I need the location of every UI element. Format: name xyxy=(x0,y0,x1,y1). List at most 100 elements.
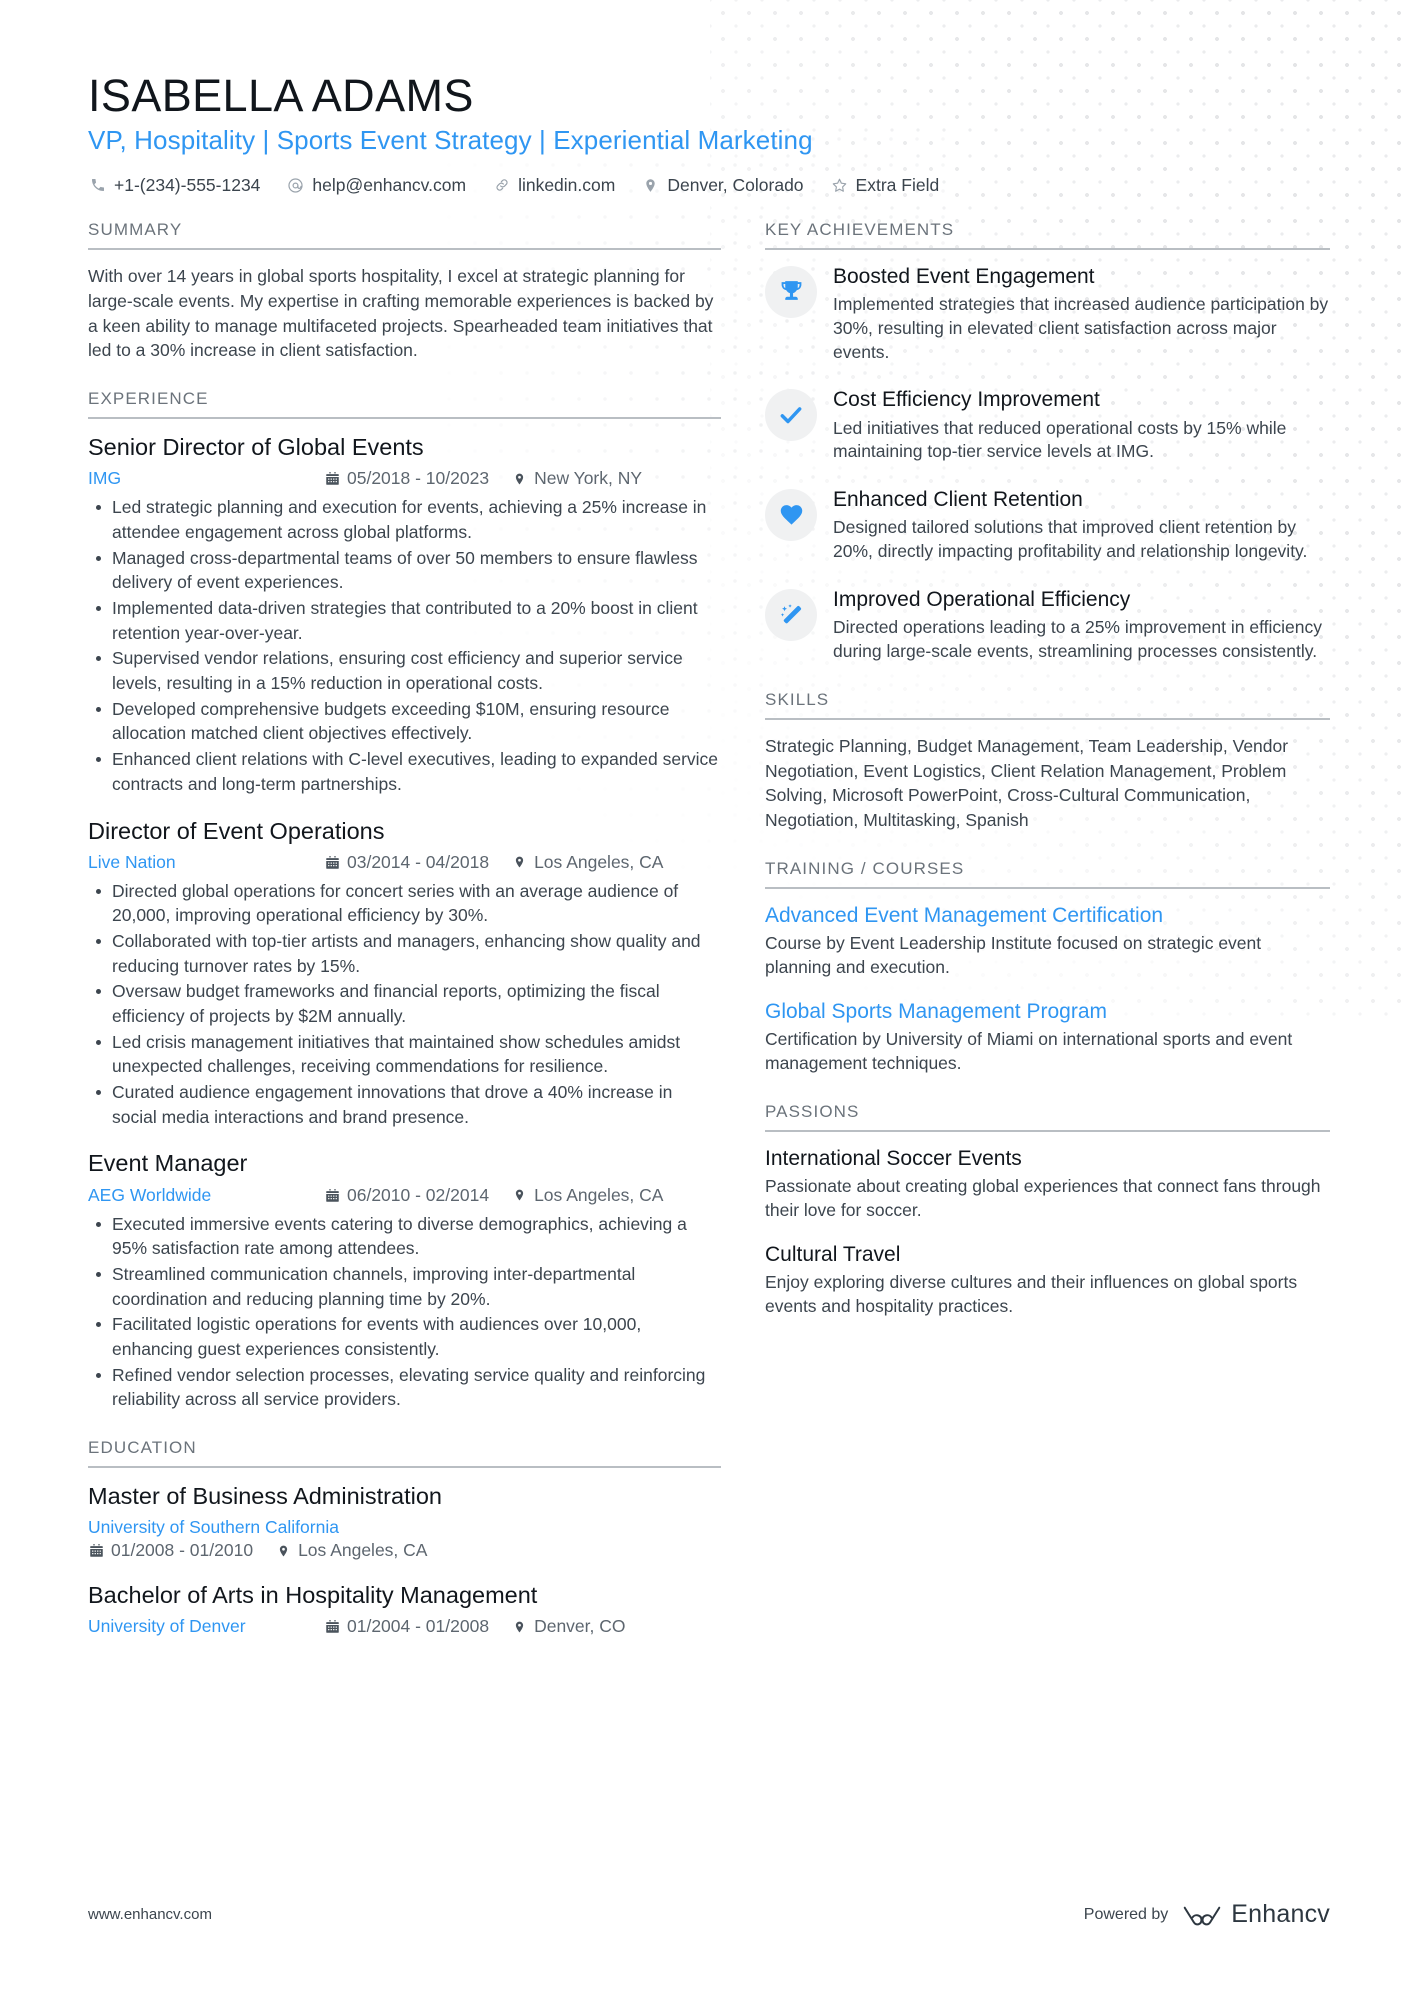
contact-email-value: help@enhancv.com xyxy=(312,174,467,195)
training-title[interactable]: Global Sports Management Program xyxy=(765,999,1330,1024)
company-name[interactable]: Live Nation xyxy=(88,852,324,873)
achievement-desc: Designed tailored solutions that improve… xyxy=(833,517,1308,562)
heart-icon xyxy=(765,489,817,542)
job-meta: IMG 05/2018 - 10/2023 New York, NY xyxy=(88,468,721,489)
job-dates: 05/2018 - 10/2023 xyxy=(324,468,489,489)
job-location: Los Angeles, CA xyxy=(511,852,663,873)
brand-name: Enhancv xyxy=(1231,1900,1330,1928)
contact-phone[interactable]: +1-(234)-555-1234 xyxy=(88,175,260,196)
achievement-title: Enhanced Client Retention xyxy=(833,488,1083,512)
education-dates: 01/2008 - 01/2010 xyxy=(88,1540,253,1561)
email-icon xyxy=(286,176,305,195)
calendar-icon xyxy=(88,1542,104,1559)
section-experience: EXPERIENCE Senior Director of Global Eve… xyxy=(88,389,721,1412)
section-label-skills: SKILLS xyxy=(765,690,1330,720)
job-bullet: Streamlined communication channels, impr… xyxy=(88,1262,721,1311)
training-desc: Course by Event Leadership Institute foc… xyxy=(765,933,1262,978)
training-item: Advanced Event Management Certification … xyxy=(765,903,1330,980)
section-skills: SKILLS Strategic Planning, Budget Manage… xyxy=(765,690,1330,833)
contact-phone-value: +1-(234)-555-1234 xyxy=(114,174,261,195)
job-location-value: Los Angeles, CA xyxy=(534,851,664,872)
section-label-education: EDUCATION xyxy=(88,1438,721,1468)
calendar-icon xyxy=(324,1618,340,1635)
candidate-name: ISABELLA ADAMS xyxy=(88,70,474,121)
job-bullet: Refined vendor selection processes, elev… xyxy=(88,1363,721,1412)
experience-entry: Senior Director of Global Events IMG 05/… xyxy=(88,433,721,796)
job-bullet: Enhanced client relations with C-level e… xyxy=(88,747,721,796)
education-location-value: Los Angeles, CA xyxy=(298,1540,428,1561)
job-title: Senior Director of Global Events xyxy=(88,434,424,461)
training-title[interactable]: Advanced Event Management Certification xyxy=(765,903,1330,928)
job-bullets: Led strategic planning and execution for… xyxy=(88,495,721,796)
job-bullet: Oversaw budget frameworks and financial … xyxy=(88,979,721,1028)
resume-columns: SUMMARY With over 14 years in global spo… xyxy=(88,220,1330,1663)
passion-desc: Passionate about creating global experie… xyxy=(765,1175,1321,1220)
job-title: Director of Event Operations xyxy=(88,817,385,844)
achievement-item: Boosted Event Engagement Implemented str… xyxy=(765,264,1330,365)
left-column: SUMMARY With over 14 years in global spo… xyxy=(88,220,721,1663)
education-dates-value: 01/2004 - 01/2008 xyxy=(347,1616,490,1637)
resume-page: ISABELLA ADAMS VP, Hospitality | Sports … xyxy=(0,0,1410,1995)
trophy-icon xyxy=(765,265,817,318)
job-bullet: Directed global operations for concert s… xyxy=(88,879,721,928)
experience-entry: Event Manager AEG Worldwide 06/2010 - 02… xyxy=(88,1149,721,1412)
education-dates: 01/2004 - 01/2008 xyxy=(324,1616,489,1637)
passion-desc: Enjoy exploring diverse cultures and the… xyxy=(765,1271,1298,1316)
degree-title: Bachelor of Arts in Hospitality Manageme… xyxy=(88,1582,538,1609)
achievement-title: Boosted Event Engagement xyxy=(833,264,1095,288)
star-icon xyxy=(830,176,849,195)
school-row: University of Southern California xyxy=(88,1517,721,1538)
education-location-value: Denver, CO xyxy=(534,1616,626,1637)
contact-location: Denver, Colorado xyxy=(641,175,804,196)
section-label-passions: PASSIONS xyxy=(765,1102,1330,1132)
job-bullet: Curated audience engagement innovations … xyxy=(88,1080,721,1129)
job-bullet: Executed immersive events catering to di… xyxy=(88,1212,721,1261)
location-pin-icon xyxy=(511,470,527,487)
education-entry: Bachelor of Arts in Hospitality Manageme… xyxy=(88,1581,721,1637)
company-name[interactable]: IMG xyxy=(88,468,324,489)
passion-title: Cultural Travel xyxy=(765,1242,901,1266)
achievement-desc: Implemented strategies that increased au… xyxy=(833,294,1329,362)
achievement-title: Improved Operational Efficiency xyxy=(833,588,1131,612)
section-key-achievements: KEY ACHIEVEMENTS Boosted Event Engagemen… xyxy=(765,220,1330,664)
achievement-title: Cost Efficiency Improvement xyxy=(833,388,1100,412)
footer-branding: Powered by Enhancv xyxy=(1084,1900,1330,1929)
company-name[interactable]: AEG Worldwide xyxy=(88,1185,324,1206)
footer-url[interactable]: www.enhancv.com xyxy=(88,1906,212,1923)
achievement-desc: Directed operations leading to a 25% imp… xyxy=(833,617,1322,661)
job-bullet: Collaborated with top-tier artists and m… xyxy=(88,929,721,978)
contact-link[interactable]: linkedin.com xyxy=(492,175,615,196)
job-dates: 06/2010 - 02/2014 xyxy=(324,1185,489,1206)
job-location: Los Angeles, CA xyxy=(511,1185,663,1206)
location-pin-icon xyxy=(511,854,527,871)
job-dates: 03/2014 - 04/2018 xyxy=(324,852,489,873)
section-label-summary: SUMMARY xyxy=(88,220,721,250)
school-name[interactable]: University of Denver xyxy=(88,1616,324,1637)
job-title: Event Manager xyxy=(88,1150,248,1177)
achievement-desc: Led initiatives that reduced operational… xyxy=(833,417,1287,462)
passion-item: Cultural Travel Enjoy exploring diverse … xyxy=(765,1242,1330,1319)
section-label-experience: EXPERIENCE xyxy=(88,389,721,420)
education-dates-value: 01/2008 - 01/2010 xyxy=(111,1540,254,1561)
calendar-icon xyxy=(324,470,340,487)
contact-link-value: linkedin.com xyxy=(518,174,616,195)
contact-email[interactable]: help@enhancv.com xyxy=(286,175,466,196)
degree-title: Master of Business Administration xyxy=(88,1482,442,1509)
job-bullets: Executed immersive events catering to di… xyxy=(88,1212,721,1412)
job-meta: Live Nation 03/2014 - 04/2018 Los Angele… xyxy=(88,852,721,873)
section-training-courses: TRAINING / COURSES Advanced Event Manage… xyxy=(765,859,1330,1076)
training-item: Global Sports Management Program Certifi… xyxy=(765,999,1330,1076)
link-icon xyxy=(492,176,511,195)
contact-extra-value: Extra Field xyxy=(855,174,940,195)
job-bullet: Led crisis management initiatives that m… xyxy=(88,1030,721,1079)
powered-by-label: Powered by xyxy=(1083,1905,1169,1923)
calendar-icon xyxy=(324,1187,340,1204)
job-meta: AEG Worldwide 06/2010 - 02/2014 Los Ange… xyxy=(88,1185,721,1206)
location-pin-icon xyxy=(275,1542,291,1559)
candidate-headline: VP, Hospitality | Sports Event Strategy … xyxy=(88,124,813,155)
job-bullet: Implemented data-driven strategies that … xyxy=(88,596,721,645)
right-column: KEY ACHIEVEMENTS Boosted Event Engagemen… xyxy=(765,220,1330,1344)
job-bullet: Supervised vendor relations, ensuring co… xyxy=(88,646,721,695)
school-name[interactable]: University of Southern California xyxy=(88,1517,339,1538)
resume-content: ISABELLA ADAMS VP, Hospitality | Sports … xyxy=(0,0,1410,1663)
